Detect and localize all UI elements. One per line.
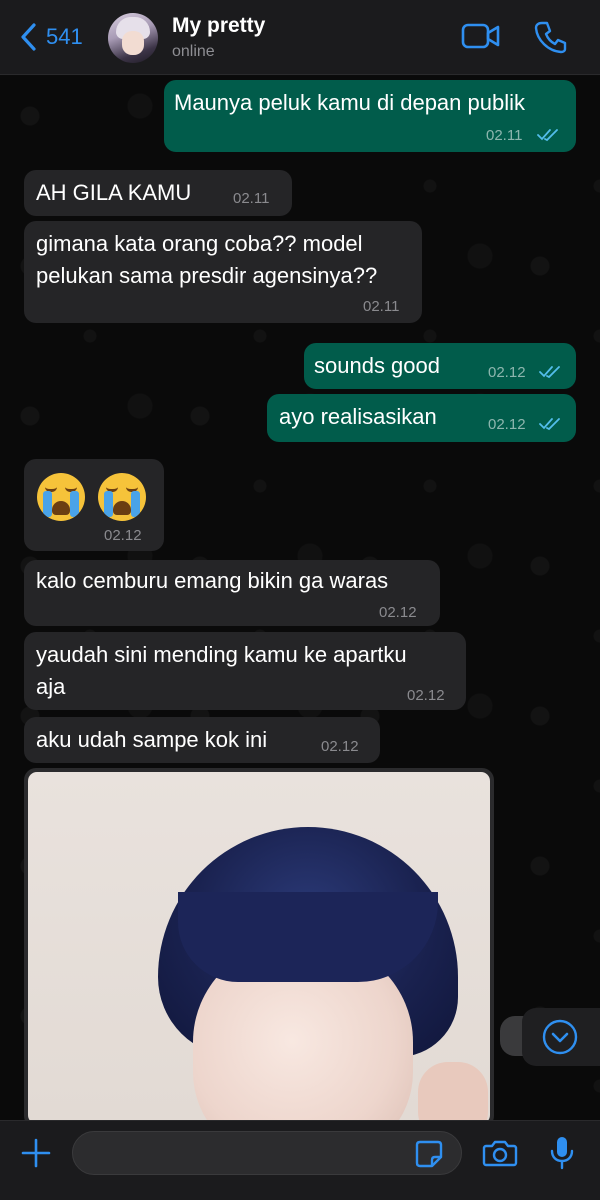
message-text: gimana kata orang coba?? model [36,231,363,256]
message-text: aku udah sampe kok ini [36,727,268,752]
back-button[interactable]: 541 [18,22,83,52]
message-time: 02.12 [488,364,526,381]
chat-header: 541 My pretty online [0,0,600,75]
message-time: 02.11 [233,190,270,207]
read-ticks-icon [539,418,560,431]
contact-status: online [172,43,215,60]
contact-name[interactable]: My pretty [172,14,265,38]
read-ticks-icon [539,366,560,379]
plus-icon[interactable] [20,1137,52,1169]
message-text: AH GILA KAMU [36,180,192,205]
message-incoming[interactable]: gimana kata orang coba?? model pelukan s… [24,221,422,323]
message-time: 02.12 [321,738,359,755]
read-ticks-icon [537,129,558,142]
message-text: ayo realisasikan [279,404,437,429]
message-outgoing[interactable]: sounds good 02.12 [304,343,576,389]
chat-area[interactable]: Maunya peluk kamu di depan publik 02.11 … [0,76,600,1120]
chevron-left-icon [21,23,36,51]
message-text: aja [36,674,66,699]
unread-count: 541 [46,24,83,49]
message-incoming[interactable]: kalo cemburu emang bikin ga waras 02.12 [24,560,440,626]
message-text: sounds good [314,353,440,378]
message-time: 02.11 [363,298,400,315]
scroll-to-bottom-button[interactable] [522,1008,600,1066]
phone-icon[interactable] [534,20,568,54]
photo-image[interactable] [28,772,490,1120]
message-text: Maunya peluk kamu di depan publik [174,90,526,115]
chevron-down-circle-icon [542,1019,578,1055]
message-incoming[interactable]: AH GILA KAMU 02.11 [24,170,292,216]
video-call-icon[interactable] [461,20,501,52]
message-text: kalo cemburu emang bikin ga waras [36,568,389,593]
message-time: 02.12 [407,687,445,704]
photo-message[interactable] [24,768,494,1120]
loudly-crying-face-icon [98,473,146,521]
message-incoming[interactable]: aku udah sampe kok ini 02.12 [24,717,380,763]
message-input[interactable] [72,1131,462,1175]
message-text: pelukan sama presdir agensinya?? [36,263,378,288]
loudly-crying-face-icon [37,473,85,521]
message-time: 02.12 [379,604,417,621]
camera-icon[interactable] [482,1138,518,1168]
message-outgoing[interactable]: Maunya peluk kamu di depan publik 02.11 [164,80,576,152]
avatar[interactable] [108,13,158,63]
message-incoming[interactable]: yaudah sini mending kamu ke apartku aja … [24,632,466,710]
message-outgoing[interactable]: ayo realisasikan 02.12 [267,394,576,442]
sticker-icon[interactable] [414,1139,444,1169]
message-time: 02.11 [486,127,523,144]
message-incoming[interactable]: 02.12 [24,459,164,551]
microphone-icon[interactable] [548,1135,576,1171]
message-time: 02.12 [104,527,142,544]
message-time: 02.12 [488,416,526,433]
composer-bar [0,1120,600,1200]
message-text: yaudah sini mending kamu ke apartku [36,642,407,667]
